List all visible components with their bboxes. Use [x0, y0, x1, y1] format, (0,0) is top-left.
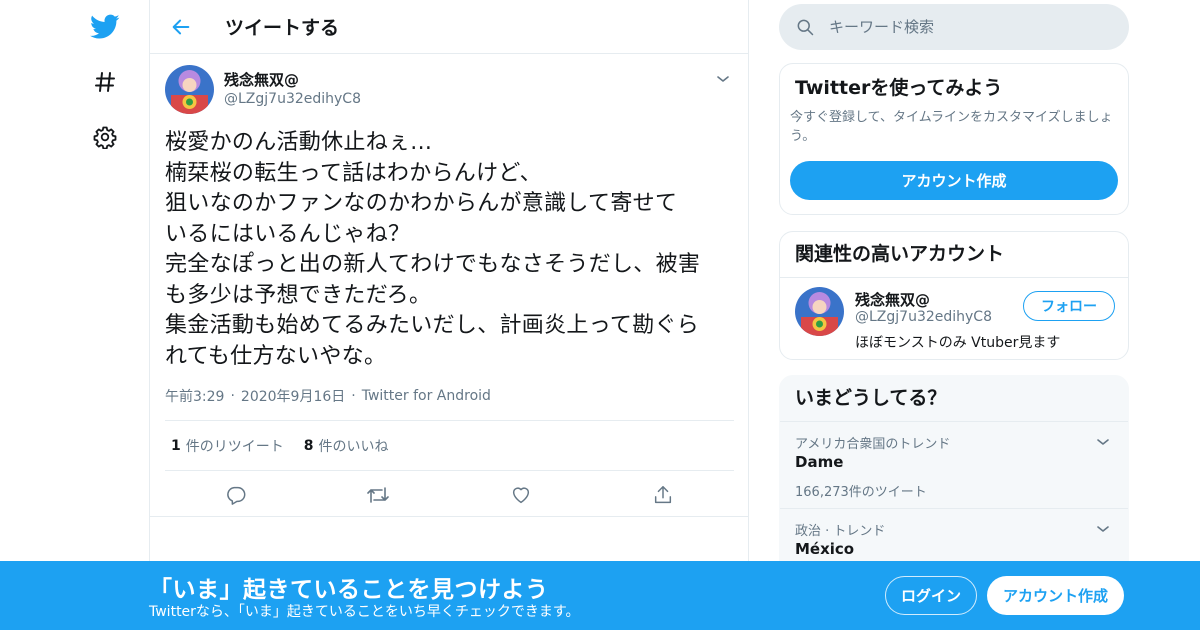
- related-user-handle[interactable]: @LZgj7u32edihyC8: [855, 309, 992, 325]
- like-label: 件のいいね: [318, 438, 389, 455]
- related-user-name[interactable]: 残念無双@: [855, 289, 930, 310]
- tweet-date[interactable]: 2020年9月16日: [241, 386, 345, 406]
- tweet-text-line: 狙いなのかファンなのかわからんが意識して寄せて: [165, 191, 678, 216]
- avatar-image: [795, 287, 844, 336]
- trend-context: アメリカ合衆国のトレンド: [795, 437, 951, 452]
- heart-icon: [512, 487, 529, 504]
- main-column: ツイートする 残念無双@ @LZgj7u32edihyC8 桜愛かのん活動休止ね…: [149, 0, 749, 630]
- signup-card-description: 今すぐ登録して、タイムラインをカスタマイズしましょう。: [790, 110, 1113, 144]
- tweet-source[interactable]: Twitter for Android: [362, 388, 491, 404]
- trend-name: Dame: [795, 453, 844, 471]
- tweet-text-line: いるにはいるんじゃね？: [165, 221, 411, 247]
- reply-button[interactable]: [165, 475, 307, 515]
- page-title: ツイートする: [225, 17, 340, 39]
- tweet-text-line: 桜愛かのん活動休止ねぇ...: [165, 130, 433, 155]
- tweet-text-line: 完全なぽっと出の新人てわけでもなさそうだし、被害: [165, 252, 701, 277]
- avatar-image: [165, 64, 214, 114]
- tweet-text: 桜愛かのん活動休止ねぇ... 楠栞桜の転生って話はわからんけど、 狙いなのかファ…: [165, 128, 735, 372]
- reply-icon: [227, 486, 246, 505]
- banner-subtitle: Twitterなら、「いま」起きていることをいち早くチェックできます。: [149, 604, 580, 620]
- retweet-label: 件のリツイート: [185, 438, 284, 455]
- follow-button[interactable]: フォロー: [1023, 291, 1115, 321]
- chevron-down-icon: [717, 76, 729, 82]
- tweet-text-line: 楠栞桜の転生って話はわからんけど、: [165, 160, 542, 186]
- divider: [150, 516, 748, 517]
- tweet-actions: [165, 471, 734, 519]
- like-button[interactable]: [450, 475, 592, 515]
- search-icon: [795, 17, 815, 37]
- author-name[interactable]: 残念無双@: [224, 71, 361, 90]
- trend-menu-button[interactable]: [1092, 518, 1114, 540]
- like-count: 8: [303, 437, 314, 454]
- related-user-bio: ほぼモンストのみ Vtuber見ます: [855, 335, 1061, 351]
- tweet-text-line: 集金活動も始めてるみたいだし、計画炎上って勘ぐら: [165, 313, 700, 338]
- retweet-stat[interactable]: 1 件のリツイート: [171, 436, 284, 456]
- signup-card: Twitterを使ってみよう 今すぐ登録して、タイムラインをカスタマイズしましょ…: [779, 63, 1129, 215]
- tweet-meta: 午前3:29 · 2020年9月16日 · Twitter for Androi…: [165, 384, 733, 408]
- retweet-button[interactable]: [307, 475, 449, 515]
- share-icon: [654, 486, 671, 504]
- tweet-menu-button[interactable]: [712, 68, 734, 90]
- trend-item[interactable]: アメリカ合衆国のトレンド Dame 166,273件のツイート: [780, 421, 1128, 508]
- trends-card-title: いまどうしてる？: [795, 387, 947, 409]
- avatar[interactable]: [795, 287, 844, 336]
- page-header: ツイートする: [150, 0, 748, 54]
- hashtag-icon: [95, 72, 115, 92]
- page: ツイートする 残念無双@ @LZgj7u32edihyC8 桜愛かのん活動休止ね…: [0, 0, 1200, 630]
- banner-title: 「いま」起きていることを見つけよう: [149, 577, 549, 603]
- tweet-text-line: も多少は予想できただろ。: [165, 282, 432, 308]
- create-account-button[interactable]: アカウント作成: [790, 161, 1118, 200]
- tweet-time[interactable]: 午前3:29: [165, 386, 224, 406]
- related-card-title: 関連性の高いアカウント: [795, 243, 1005, 265]
- search-bar[interactable]: [779, 4, 1129, 50]
- author-names: 残念無双@ @LZgj7u32edihyC8: [224, 71, 361, 108]
- share-button[interactable]: [592, 475, 734, 515]
- back-button[interactable]: [160, 6, 202, 48]
- trend-name: México: [795, 540, 855, 558]
- tweet-stats: 1 件のリツイート 8 件のいいね: [165, 420, 734, 471]
- tweet: 残念無双@ @LZgj7u32edihyC8 桜愛かのん活動休止ねぇ... 楠栞…: [150, 54, 748, 519]
- avatar[interactable]: [165, 64, 214, 114]
- gear-icon: [93, 126, 117, 149]
- retweet-count: 1: [171, 437, 181, 454]
- author-handle[interactable]: @LZgj7u32edihyC8: [224, 90, 361, 108]
- chevron-down-icon: [1097, 526, 1109, 532]
- trend-context: 政治 · トレンド: [795, 524, 886, 539]
- tweet-author: 残念無双@ @LZgj7u32edihyC8: [165, 64, 733, 114]
- like-stat[interactable]: 8 件のいいね: [304, 436, 389, 456]
- nav-settings[interactable]: [80, 117, 130, 157]
- chevron-down-icon: [1097, 439, 1109, 445]
- trend-menu-button[interactable]: [1092, 431, 1114, 453]
- signup-card-title: Twitterを使ってみよう: [795, 77, 1003, 99]
- arrow-left-icon: [172, 19, 190, 34]
- login-button[interactable]: ログイン: [885, 576, 977, 615]
- nav-explore[interactable]: [80, 62, 130, 102]
- twitter-bird-icon: [90, 14, 120, 39]
- related-user[interactable]: 残念無双@ @LZgj7u32edihyC8 ほぼモンストのみ Vtuber見ま…: [795, 287, 1115, 351]
- trend-count: 166,273件のツイート: [795, 485, 927, 500]
- retweet-icon: [367, 487, 390, 503]
- search-input[interactable]: [829, 18, 1109, 36]
- tweet-text-line: れても仕方ないやな。: [165, 343, 387, 369]
- signup-banner: 「いま」起きていることを見つけよう Twitterなら、「いま」起きていることを…: [0, 561, 1200, 630]
- divider: [780, 277, 1128, 278]
- meta-separator: ·: [351, 388, 356, 404]
- nav-twitter-logo[interactable]: [80, 7, 130, 47]
- banner-create-account-button[interactable]: アカウント作成: [987, 576, 1124, 615]
- related-accounts-card: 関連性の高いアカウント 残念無双@ @LZgj7u32edihyC8 ほぼモンス…: [779, 231, 1129, 360]
- meta-separator: ·: [230, 388, 235, 404]
